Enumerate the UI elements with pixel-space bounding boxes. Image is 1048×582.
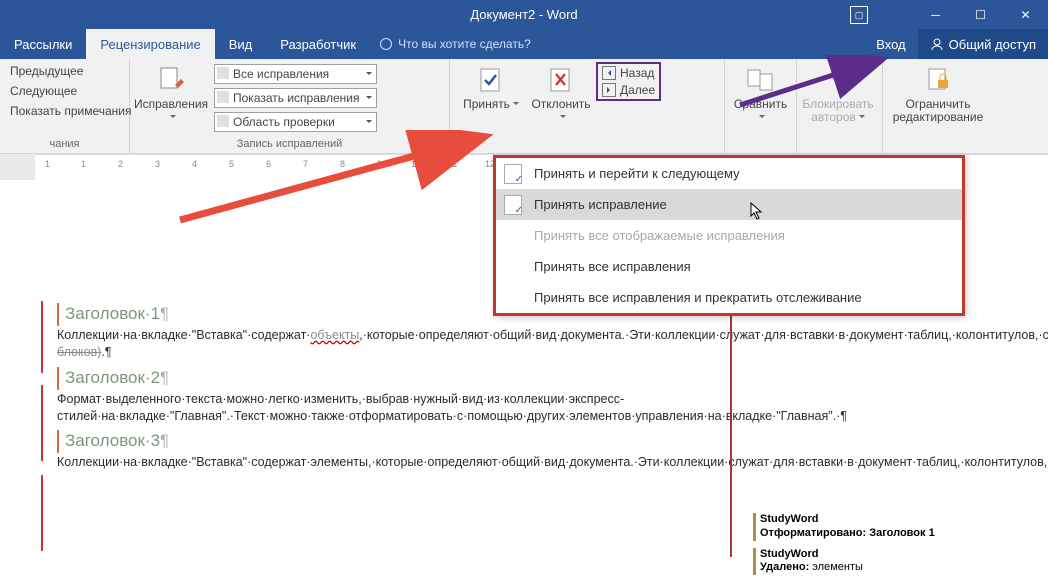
prev-comment-button[interactable]: Предыдущее <box>6 62 136 80</box>
heading-3[interactable]: Заголовок·3¶ <box>57 430 169 453</box>
show-markup-combo[interactable]: Показать исправления <box>214 88 377 108</box>
share-button[interactable]: Общий доступ <box>918 29 1048 59</box>
accept-item-icon <box>504 164 522 184</box>
signin-button[interactable]: Вход <box>864 37 917 52</box>
bulb-icon <box>380 38 392 50</box>
ribbon: Предыдущее Следующее Показать примечания… <box>0 59 1048 154</box>
group-restrict: Ограничить редактирование <box>883 59 993 153</box>
show-comments-button[interactable]: Показать примечания <box>6 102 136 120</box>
maximize-button[interactable]: ☐ <box>958 0 1003 29</box>
document-page[interactable]: Заголовок·1¶ Коллекции·на·вкладке·"Встав… <box>57 297 662 471</box>
block-authors-button: Блокировать авторов <box>803 62 873 126</box>
window-buttons: ─ ☐ ✕ <box>913 0 1048 29</box>
tracking-button[interactable]: Исправления <box>136 62 206 126</box>
change-bar <box>41 475 43 551</box>
back-icon <box>602 66 616 80</box>
compare-button[interactable]: Сравнить <box>731 62 790 126</box>
group-comments: Предыдущее Следующее Показать примечания… <box>0 59 130 153</box>
reject-button[interactable]: Отклонить <box>526 62 596 126</box>
heading-2[interactable]: Заголовок·2¶ <box>57 367 169 390</box>
heading-1[interactable]: Заголовок·1¶ <box>57 303 169 326</box>
revision-item[interactable]: StudyWordУдалено: элементы <box>753 548 935 576</box>
paragraph-2[interactable]: Формат·выделенного·текста·можно·легко·из… <box>57 391 662 425</box>
change-bar <box>41 385 43 461</box>
block-authors-icon <box>822 64 854 96</box>
paragraph-3[interactable]: Коллекции·на·вкладке·"Вставка"·содержат·… <box>57 454 662 471</box>
revisions-pane: StudyWordОтформатировано: Заголовок 1 St… <box>753 513 935 582</box>
compare-icon <box>745 64 777 96</box>
group-label-comments: чания <box>0 136 129 153</box>
revision-item[interactable]: StudyWordОтформатировано: Заголовок 1 <box>753 513 935 541</box>
accept-item-icon <box>504 195 522 215</box>
ribbon-options-icon[interactable]: ▢ <box>850 6 868 24</box>
forward-icon <box>602 83 616 97</box>
group-protect: Блокировать авторов <box>797 59 883 153</box>
accept-dropdown: Принять и перейти к следующему Принять и… <box>493 155 965 316</box>
tab-view[interactable]: Вид <box>215 29 267 59</box>
paragraph-1[interactable]: Коллекции·на·вкладке·"Вставка"·содержат·… <box>57 327 662 361</box>
tab-mailings[interactable]: Рассылки <box>0 29 86 59</box>
window-title: Документ2 - Word <box>470 7 577 22</box>
group-tracking: Исправления Все исправления Показать исп… <box>130 59 450 153</box>
next-comment-button[interactable]: Следующее <box>6 82 136 100</box>
restrict-icon <box>922 64 954 96</box>
revision-connector-bar <box>730 297 732 557</box>
tell-me-placeholder: Что вы хотите сделать? <box>398 37 531 51</box>
accept-all[interactable]: Принять все исправления <box>496 251 962 282</box>
group-compare: Сравнить <box>725 59 797 153</box>
restrict-editing-button[interactable]: Ограничить редактирование <box>889 62 987 126</box>
minimize-button[interactable]: ─ <box>913 0 958 29</box>
display-for-review-combo[interactable]: Все исправления <box>214 64 377 84</box>
group-label-tracking: Запись исправлений <box>130 136 449 153</box>
accept-change[interactable]: Принять исправление <box>496 189 962 220</box>
nav-changes-box: Назад Далее <box>596 62 661 101</box>
title-bar: Документ2 - Word ▢ ─ ☐ ✕ <box>0 0 1048 29</box>
tell-me-search[interactable]: Что вы хотите сделать? <box>370 29 541 59</box>
prev-change-button[interactable]: Назад <box>602 66 655 80</box>
accept-and-next[interactable]: Принять и перейти к следующему <box>496 158 962 189</box>
group-label-changes <box>450 148 724 153</box>
reject-icon <box>545 64 577 96</box>
group-changes: Принять Отклонить Назад Далее <box>450 59 725 153</box>
mouse-cursor-icon <box>750 202 764 222</box>
next-change-button[interactable]: Далее <box>602 83 655 97</box>
tab-developer[interactable]: Разработчик <box>266 29 370 59</box>
accept-all-shown: Принять все отображаемые исправления <box>496 220 962 251</box>
close-button[interactable]: ✕ <box>1003 0 1048 29</box>
tracking-icon <box>155 64 187 96</box>
accept-button[interactable]: Принять <box>456 62 526 113</box>
reviewing-pane-combo[interactable]: Область проверки <box>214 112 377 132</box>
share-icon <box>930 37 944 51</box>
ribbon-tabs: Рассылки Рецензирование Вид Разработчик … <box>0 29 1048 59</box>
titlebar-right: Вход Общий доступ <box>864 29 1048 59</box>
tab-review[interactable]: Рецензирование <box>86 29 214 59</box>
change-bar <box>41 301 43 373</box>
accept-icon <box>475 64 507 96</box>
accept-all-stop[interactable]: Принять все исправления и прекратить отс… <box>496 282 962 313</box>
